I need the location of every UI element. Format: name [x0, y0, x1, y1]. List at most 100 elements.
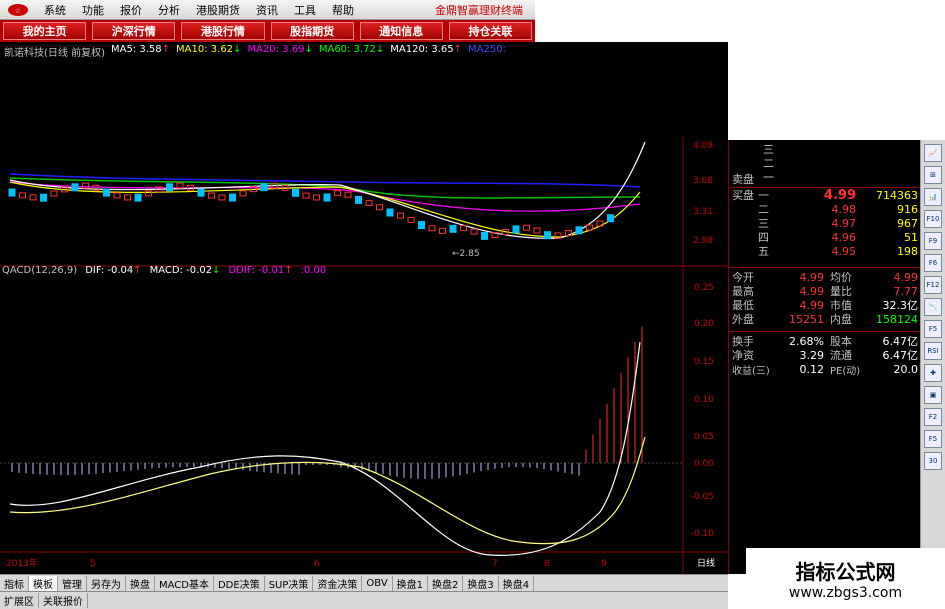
candle — [103, 188, 110, 197]
indicator-tab[interactable]: 换盘 — [126, 575, 155, 591]
toolbar-button-icon[interactable]: F2 — [924, 408, 942, 426]
macd-tick: 0.25 — [694, 283, 714, 293]
candle — [481, 231, 488, 240]
tab-notifications[interactable]: 通知信息 — [359, 22, 443, 40]
menu-tools[interactable]: 工具 — [294, 2, 316, 18]
month-label: 8 — [544, 559, 550, 569]
indicator-tab[interactable]: 换盘4 — [499, 575, 535, 591]
indicator-tab[interactable]: 管理 — [58, 575, 87, 591]
candle — [355, 195, 362, 204]
price-tick: 3.68 — [693, 176, 713, 186]
toolbar-button-icon[interactable]: F10 — [924, 210, 942, 228]
toolbar-button-icon[interactable]: ✚ — [924, 364, 942, 382]
buy-row-2: 二 4.98 916 — [758, 202, 918, 217]
watermark-url: www.zbgs3.com — [788, 585, 903, 601]
menu-quote[interactable]: 报价 — [120, 2, 142, 18]
toolbar-button-icon[interactable]: F6 — [924, 254, 942, 272]
ma10-label: MA10: 3.62↓ — [176, 44, 242, 55]
indicator-tab[interactable]: 模板 — [29, 575, 58, 591]
tab-related-quotes[interactable]: 关联报价 — [39, 593, 88, 608]
kline-chart-area[interactable]: 4.09 3.68 3.31 2.98 ←2.85 0.25 0.20 0.15… — [0, 42, 728, 574]
buy-row-4: 四 4.96 51 — [758, 230, 918, 245]
candle — [218, 194, 226, 201]
indicator-tab[interactable]: DDE决策 — [214, 575, 265, 591]
candle — [71, 183, 79, 192]
menu-system[interactable]: 系统 — [44, 2, 66, 18]
candle — [512, 225, 520, 234]
stat-row: 最低 4.99 市值 32.3亿 — [732, 298, 918, 313]
quote-panel: 三 二 一 卖盘 买盘一 4.99 714363 二 4.98 916 三 4.97 967… — [728, 140, 921, 574]
toolbar-button-icon[interactable]: 📉 — [924, 298, 942, 316]
brand-title: 金鼎智赢理财终端 — [435, 3, 523, 17]
ma20-label: MA20: 3.69↓ — [247, 44, 313, 55]
candle — [544, 231, 551, 240]
candle — [113, 192, 121, 199]
toolbar-button-icon[interactable]: F5 — [924, 430, 942, 448]
toolbar-button-icon[interactable]: F9 — [924, 232, 942, 250]
dif-line — [9, 341, 641, 556]
watermark-title: 指标公式网 — [795, 560, 896, 584]
nav-tab-bar: 我的主页 沪深行情 港股行情 股指期货 通知信息 持仓关联 — [0, 20, 535, 42]
menu-news[interactable]: 资讯 — [256, 2, 278, 18]
indicator-tab[interactable]: 指标 — [0, 575, 29, 591]
low-price-marker: ←2.85 — [452, 249, 480, 259]
price-axis: 4.09 3.68 3.31 2.98 — [693, 141, 713, 246]
month-label: 7 — [492, 559, 498, 569]
macd-extra: :0.00 — [300, 265, 327, 276]
tab-index-futures[interactable]: 股指期货 — [270, 22, 354, 40]
indicator-tab[interactable]: SUP决策 — [265, 575, 314, 591]
indicator-tab[interactable]: 另存为 — [87, 575, 126, 591]
candle — [344, 191, 352, 198]
price-tick: 3.31 — [693, 207, 713, 217]
candle — [365, 200, 373, 207]
toolbar-button-icon[interactable]: ▣ — [924, 386, 942, 404]
candle — [323, 193, 331, 202]
candle — [239, 190, 247, 197]
stats-block-2: 换手 2.68% 股本 6.47亿 净资 3.29 流通 6.47亿 收益(三) 0.12 PE… — [729, 331, 921, 377]
chart-canvas[interactable]: 4.09 3.68 3.31 2.98 ←2.85 0.25 0.20 0.15… — [0, 42, 728, 574]
svg-text:☆: ☆ — [15, 7, 21, 15]
app-window: ☆ 系统 功能 报价 分析 港股期货 资讯 工具 帮助 金鼎智赢理财终端 我的主… — [0, 0, 945, 609]
menu-hk-futures[interactable]: 港股期货 — [196, 2, 240, 18]
tab-extension-area[interactable]: 扩展区 — [0, 593, 39, 608]
indicator-tab[interactable]: 资金决策 — [313, 575, 363, 591]
toolbar-button-icon[interactable]: F12 — [924, 276, 942, 294]
indicator-tab[interactable]: MACD基本 — [155, 575, 214, 591]
indicator-tab[interactable]: OBV — [362, 575, 393, 591]
toolbar-button-icon[interactable]: 30 — [924, 452, 942, 470]
macd-title: QACD(12,26,9) — [2, 265, 78, 276]
candle — [166, 183, 173, 192]
stat-row: 换手 2.68% 股本 6.47亿 — [732, 334, 918, 349]
candle — [208, 192, 215, 199]
price-tick: 4.09 — [693, 141, 713, 151]
macd-tick: 0.15 — [694, 357, 714, 367]
indicator-tab[interactable]: 换盘3 — [463, 575, 499, 591]
sell-row: 二 — [763, 157, 774, 170]
toolbar-button-icon[interactable]: F5 — [924, 320, 942, 338]
candle — [40, 193, 47, 202]
candle — [302, 192, 310, 199]
tab-sh-sz-quotes[interactable]: 沪深行情 — [92, 22, 176, 40]
stat-row: 收益(三) 0.12 PE(动) 20.0 — [732, 362, 918, 377]
sell-row: 三 — [763, 143, 774, 156]
candle — [134, 193, 142, 202]
toolbar-button-icon[interactable]: RSI — [924, 342, 942, 360]
menu-function[interactable]: 功能 — [82, 2, 104, 18]
menu-analysis[interactable]: 分析 — [158, 2, 180, 18]
candle — [19, 192, 26, 199]
toolbar-button-icon[interactable]: ⊞ — [924, 166, 942, 184]
candle — [145, 190, 152, 197]
side-toolbar: 📈 ⊞ 📊 F10 F9 F6 F12 📉 F5 RSI ✚ ▣ F2 F5 30 — [920, 140, 945, 554]
indicator-tab[interactable]: 换盘1 — [393, 575, 429, 591]
toolbar-button-icon[interactable]: 📈 — [924, 144, 942, 162]
tab-holdings[interactable]: 持仓关联 — [448, 22, 533, 40]
tab-hk-quotes[interactable]: 港股行情 — [181, 22, 265, 40]
menu-help[interactable]: 帮助 — [332, 2, 354, 18]
indicator-tab[interactable]: 换盘2 — [428, 575, 464, 591]
ma60-label: MA60: 3.72↓ — [318, 44, 385, 55]
toolbar-button-icon[interactable]: 📊 — [924, 188, 942, 206]
month-label: 9 — [601, 559, 607, 569]
candle — [523, 224, 530, 231]
indicator-tab-bar: 指标 模板 管理 另存为 换盘 MACD基本 DDE决策 SUP决策 资金决策 OBV 换盘1 换盘2… — [0, 574, 728, 591]
tab-home[interactable]: 我的主页 — [3, 22, 87, 40]
